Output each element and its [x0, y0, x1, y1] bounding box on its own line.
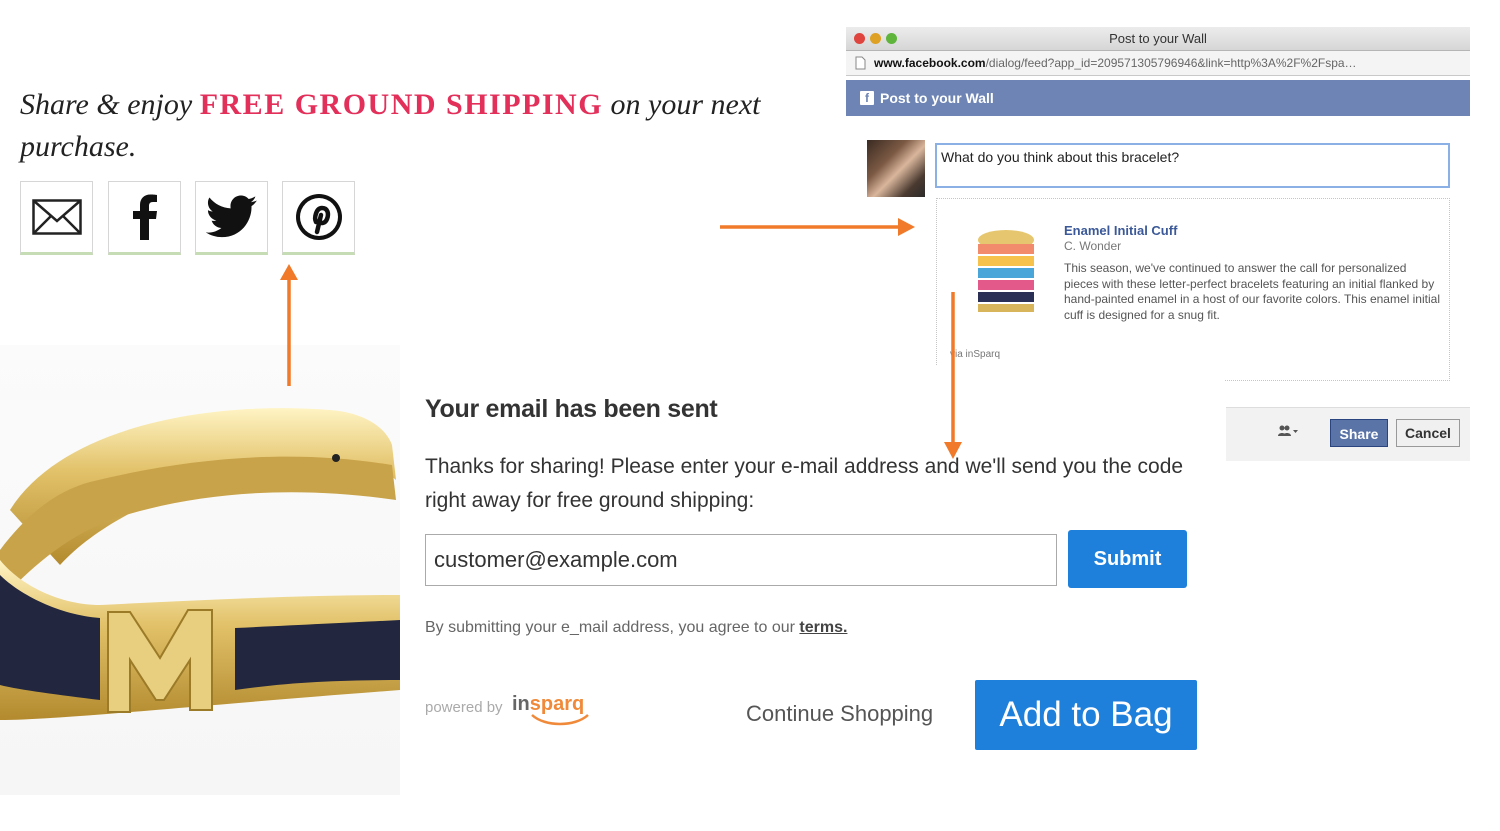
attachment-description: This season, we've continued to answer t…: [1064, 261, 1440, 322]
legal-text: By submitting your e_mail address, you a…: [425, 619, 800, 636]
page-icon: [855, 56, 866, 70]
brand-part-b: sparq: [529, 693, 585, 715]
share-button[interactable]: Share: [1330, 419, 1388, 447]
attachment-title-link[interactable]: Enamel Initial Cuff: [1064, 223, 1177, 238]
email-capture-modal: Your email has been sent Thanks for shar…: [400, 365, 1225, 785]
smile-swoosh-icon: [531, 714, 589, 726]
arrow-right-icon: [720, 218, 915, 236]
bracelet-image: [0, 408, 400, 720]
post-message-input[interactable]: What do you think about this bracelet?: [935, 143, 1450, 188]
brand-part-a: in: [512, 693, 530, 715]
cancel-button[interactable]: Cancel: [1396, 419, 1460, 447]
modal-heading: Your email has been sent: [425, 395, 718, 423]
pinterest-share-button[interactable]: [282, 181, 355, 255]
free-shipping-highlight: FREE GROUND SHIPPING: [199, 88, 604, 121]
url-domain: www.facebook.com: [874, 56, 986, 70]
powered-by-label: powered by: [425, 699, 503, 716]
window-title: Post to your Wall: [1109, 31, 1207, 46]
share-promo-text: Share & enjoy FREE GROUND SHIPPING on yo…: [20, 84, 820, 168]
pinterest-icon: [295, 194, 342, 240]
modal-body-text: Thanks for sharing! Please enter your e-…: [425, 455, 1184, 512]
legal-notice: By submitting your e_mail address, you a…: [425, 619, 847, 637]
email-field[interactable]: [425, 534, 1057, 586]
dialog-footer: Share Cancel: [1226, 407, 1470, 461]
facebook-share-button[interactable]: [108, 181, 181, 255]
arrow-down-icon: [944, 292, 962, 459]
attachment-brand: C. Wonder: [1064, 239, 1122, 253]
email-share-button[interactable]: [20, 181, 93, 255]
product-thumbnail[interactable]: [966, 222, 1046, 322]
url-path: /dialog/feed?app_id=209571305796946&link…: [985, 56, 1357, 70]
envelope-icon: [31, 199, 82, 235]
insparq-logo[interactable]: insparq: [512, 693, 589, 726]
twitter-share-button[interactable]: [195, 181, 268, 255]
share-prefix: Share & enjoy: [20, 88, 200, 121]
url-bar[interactable]: www.facebook.com/dialog/feed?app_id=2095…: [846, 51, 1470, 76]
add-to-bag-button[interactable]: Add to Bag: [975, 680, 1197, 750]
audience-selector-icon[interactable]: [1278, 425, 1298, 440]
dialog-header-title: Post to your Wall: [880, 90, 994, 106]
twitter-icon: [205, 195, 257, 238]
continue-shopping-link[interactable]: Continue Shopping: [746, 701, 933, 727]
submit-button[interactable]: Submit: [1068, 530, 1187, 588]
facebook-icon: [132, 194, 157, 240]
arrow-up-icon: [280, 264, 298, 386]
terms-link[interactable]: terms.: [799, 619, 847, 636]
avatar: [867, 140, 925, 197]
facebook-logo-icon: f: [860, 91, 874, 105]
dialog-header: f Post to your Wall: [846, 80, 1470, 116]
window-titlebar: Post to your Wall: [846, 27, 1470, 51]
